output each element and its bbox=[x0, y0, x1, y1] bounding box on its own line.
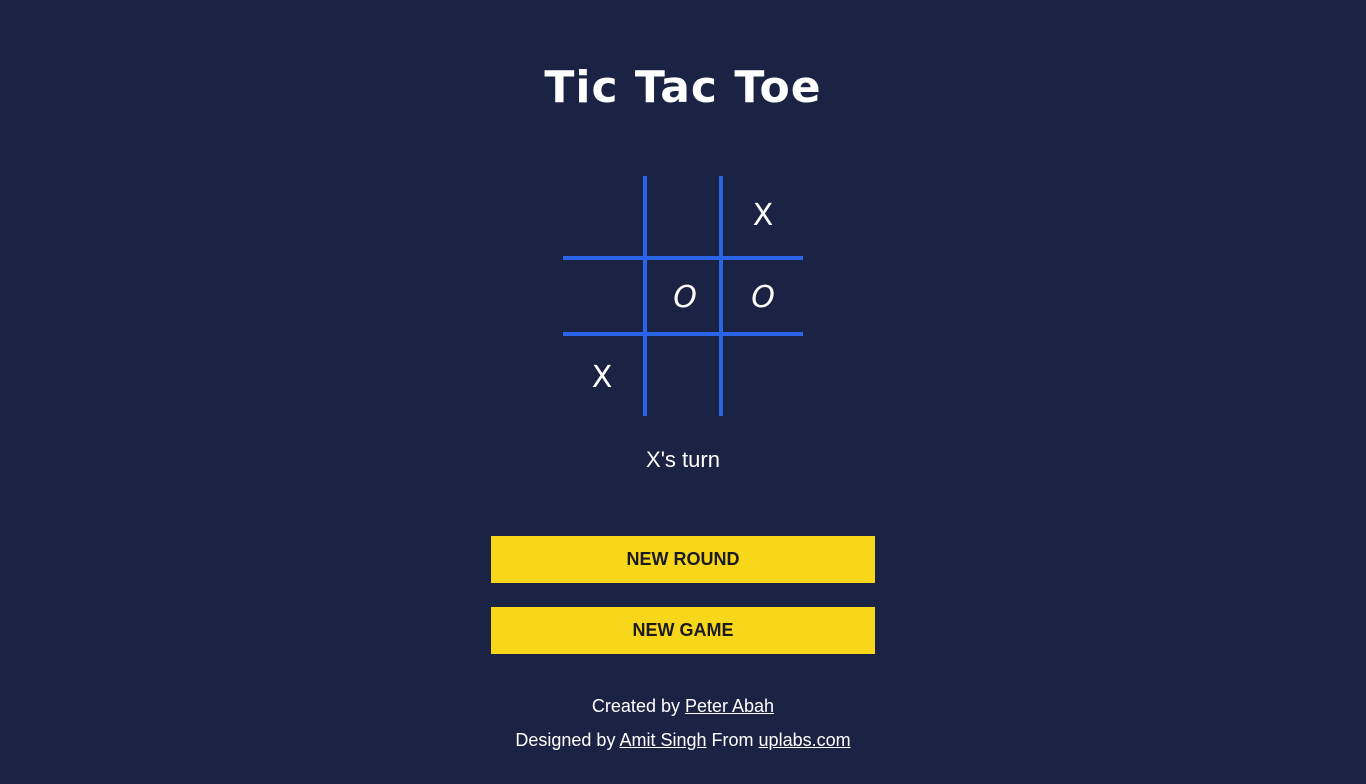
source-link[interactable]: uplabs.com bbox=[759, 730, 851, 750]
designed-by-text: Designed by bbox=[515, 730, 616, 750]
board-cell-9[interactable] bbox=[724, 338, 802, 416]
creator-link[interactable]: Peter Abah bbox=[685, 696, 774, 716]
credits-created: Created by Peter Abah bbox=[0, 694, 1366, 718]
board-cell-5[interactable]: O bbox=[646, 258, 724, 336]
created-by-text: Created by bbox=[591, 696, 680, 716]
game-board: X O O X bbox=[563, 176, 803, 416]
board-cell-6[interactable]: O bbox=[724, 258, 802, 336]
board-cell-1[interactable] bbox=[563, 176, 641, 254]
credits-designed: Designed by Amit Singh From uplabs.com bbox=[0, 728, 1366, 752]
page-title: Tic Tac Toe bbox=[544, 62, 822, 113]
new-round-button[interactable]: NEW ROUND bbox=[491, 536, 875, 583]
board-cell-4[interactable] bbox=[563, 258, 641, 336]
board-cell-2[interactable] bbox=[646, 176, 724, 254]
board-cell-8[interactable] bbox=[646, 338, 724, 416]
new-game-button[interactable]: NEW GAME bbox=[491, 607, 875, 654]
board-cell-7[interactable]: X bbox=[563, 338, 641, 416]
game-page: Tic Tac Toe X O O X X's turn NEW ROUND N… bbox=[0, 0, 1366, 784]
designer-link[interactable]: Amit Singh bbox=[619, 730, 706, 750]
from-text: From bbox=[711, 730, 754, 750]
board-cell-3[interactable]: X bbox=[724, 176, 802, 254]
turn-status: X's turn bbox=[646, 447, 720, 472]
